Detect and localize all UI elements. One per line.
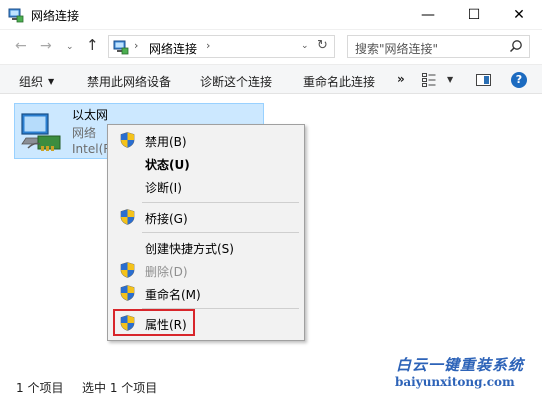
- menu-item-label: 禁用(B): [145, 135, 187, 149]
- menu-item-label: 状态(U): [145, 158, 190, 172]
- search-input[interactable]: 搜索"网络连接": [347, 35, 530, 58]
- uac-shield-icon: [120, 285, 135, 301]
- context-menu: 禁用(B) 状态(U) 诊断(I) 桥接(G) 创建快捷方式(S) 删除(D): [107, 124, 305, 341]
- menu-separator: [142, 232, 299, 233]
- close-button[interactable]: ✕: [496, 0, 542, 30]
- refresh-icon[interactable]: ↻: [317, 38, 328, 53]
- minimize-button[interactable]: —: [405, 0, 451, 30]
- close-icon: ✕: [513, 7, 525, 23]
- minimize-icon: —: [421, 7, 435, 23]
- maximize-icon: ☐: [467, 7, 481, 23]
- up-arrow-icon[interactable]: ↑: [86, 36, 99, 54]
- rename-connection-button[interactable]: 重命名此连接: [303, 73, 375, 90]
- menu-item-label: 创建快捷方式(S): [145, 242, 234, 256]
- network-connections-icon: [113, 40, 129, 55]
- title-bar: 网络连接 — ☐ ✕: [0, 0, 542, 30]
- uac-shield-icon: [120, 262, 135, 278]
- navigation-bar: ← → ⌄ ↑ › 网络连接 › ⌄ ↻ 搜索"网络连接": [0, 30, 542, 64]
- item-count: 1 个项目: [16, 381, 64, 395]
- menu-item-bridge[interactable]: 桥接(G): [111, 206, 301, 228]
- ethernet-adapter-icon: [21, 113, 61, 151]
- back-arrow-icon[interactable]: ←: [15, 38, 27, 54]
- preview-pane-icon[interactable]: [476, 74, 491, 86]
- search-placeholder: 搜索"网络连接": [355, 42, 439, 56]
- forward-arrow-icon[interactable]: →: [40, 38, 52, 54]
- more-commands-icon[interactable]: »: [397, 72, 405, 86]
- breadcrumb-network-connections[interactable]: 网络连接: [149, 40, 197, 57]
- menu-item-label: 桥接(G): [145, 212, 188, 226]
- menu-item-rename[interactable]: 重命名(M): [111, 282, 301, 304]
- change-view-icon[interactable]: [422, 73, 436, 87]
- menu-item-label: 重命名(M): [145, 288, 201, 302]
- organize-label: 组织: [19, 75, 44, 89]
- menu-item-status[interactable]: 状态(U): [111, 152, 301, 174]
- address-bar[interactable]: › 网络连接 › ⌄ ↻: [108, 35, 335, 58]
- menu-separator: [142, 202, 299, 203]
- connection-status: 网络: [72, 126, 97, 140]
- menu-item-diagnose[interactable]: 诊断(I): [111, 175, 301, 197]
- watermark-url: baiyunxitong.com: [395, 375, 515, 389]
- window-title: 网络连接: [31, 9, 80, 23]
- menu-item-delete: 删除(D): [111, 259, 301, 281]
- disable-device-button[interactable]: 禁用此网络设备: [87, 73, 171, 90]
- chevron-right-icon[interactable]: ›: [206, 39, 210, 52]
- watermark: 白云一键重装系统 baiyunxitong.com: [392, 354, 538, 394]
- connection-name: 以太网: [72, 108, 109, 122]
- menu-item-label: 删除(D): [145, 265, 188, 279]
- recent-locations-dropdown-icon[interactable]: ⌄: [66, 42, 74, 52]
- uac-shield-icon: [120, 209, 135, 225]
- address-dropdown-icon[interactable]: ⌄: [301, 41, 309, 51]
- caret-down-icon: ▼: [48, 77, 55, 86]
- menu-item-create-shortcut[interactable]: 创建快捷方式(S): [111, 236, 301, 258]
- search-icon: [509, 40, 522, 53]
- menu-item-disable[interactable]: 禁用(B): [111, 129, 301, 151]
- menu-item-label: 诊断(I): [145, 181, 182, 195]
- maximize-button[interactable]: ☐: [451, 0, 497, 30]
- network-connections-icon: [8, 8, 24, 23]
- chevron-right-icon[interactable]: ›: [134, 39, 138, 52]
- watermark-brand: 白云一键重装系统: [396, 356, 525, 374]
- uac-shield-icon: [120, 132, 135, 148]
- organize-button[interactable]: 组织 ▼: [19, 73, 54, 90]
- diagnose-connection-button[interactable]: 诊断这个连接: [200, 73, 272, 90]
- view-options-caret-icon[interactable]: ▼: [447, 75, 453, 84]
- selection-count: 选中 1 个项目: [82, 381, 158, 395]
- help-icon[interactable]: ?: [511, 72, 527, 88]
- command-bar: 组织 ▼ 禁用此网络设备 诊断这个连接 重命名此连接 » ▼ ?: [0, 64, 542, 94]
- highlight-annotation: [113, 309, 195, 336]
